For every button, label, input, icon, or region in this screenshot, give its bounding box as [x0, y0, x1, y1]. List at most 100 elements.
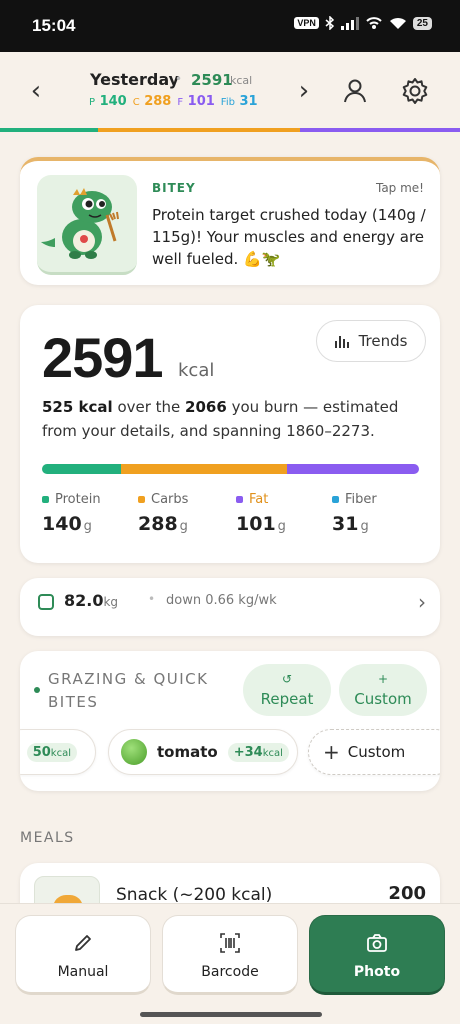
macro-protein: Protein 140 g — [42, 492, 101, 535]
bottom-action-bar: Manual Barcode Photo — [0, 903, 460, 1024]
separator-dot: • — [175, 72, 183, 86]
fat-label: Fat — [249, 492, 269, 507]
repeat-button[interactable]: ↺ Repeat — [243, 664, 331, 716]
day-progress-strip — [0, 128, 460, 132]
pencil-icon — [75, 935, 91, 951]
chevron-right-icon: › — [418, 590, 426, 614]
macro-bar-protein — [42, 464, 122, 474]
plus-icon: + — [377, 672, 389, 686]
fiber-value: 31 — [332, 513, 359, 535]
chip-food-name: tomato — [157, 743, 218, 761]
macro-fat: Fat 101 g — [236, 492, 286, 535]
photo-label: Photo — [353, 964, 401, 980]
status-time: 15:04 — [32, 16, 76, 35]
header-carbs: C 288 — [132, 94, 172, 109]
protein-label: Protein — [55, 492, 101, 507]
fat-swatch — [236, 496, 243, 503]
weight-trend: down 0.66 kg/wk — [166, 593, 277, 608]
energy-balance-text: 525 kcal over the 2066 you burn — estima… — [42, 395, 422, 443]
total-kcal: 2591 — [42, 326, 164, 389]
grazing-title: GRAZING & QUICK BITES — [48, 670, 209, 711]
settings-icon[interactable] — [400, 76, 430, 106]
carbs-value: 288 — [138, 513, 178, 535]
strip-fat — [300, 128, 460, 132]
macro-bar-fat — [287, 464, 419, 474]
fiber-swatch — [332, 496, 339, 503]
vpn-icon: VPN — [294, 17, 319, 29]
fat-value: 101 — [236, 513, 276, 535]
status-icons: VPN 25 — [294, 16, 432, 30]
barcode-button[interactable]: Barcode — [162, 915, 298, 995]
next-day-button[interactable]: › — [292, 76, 316, 106]
fat-unit: g — [277, 519, 286, 534]
macro-fiber: Fiber 31 g — [332, 492, 377, 535]
header-kcal: 2591 — [191, 71, 233, 89]
repeat-label: Repeat — [260, 690, 314, 708]
hotspot-icon — [366, 17, 382, 29]
day-header: ‹ Yesterday • 2591 kcal P 140 C 288 F 10… — [0, 52, 460, 130]
weight-value: 82.0kg — [64, 591, 118, 610]
custom-chip[interactable]: + Custom — [308, 729, 440, 775]
plus-icon: + — [323, 740, 340, 764]
section-dot — [34, 687, 40, 693]
macro-bar-carbs — [121, 464, 288, 474]
protein-swatch — [42, 496, 49, 503]
bitey-avatar — [37, 175, 137, 275]
repeat-icon: ↺ — [281, 672, 293, 686]
meal-kcal: 200 — [388, 883, 426, 904]
custom-chip-label: Custom — [347, 743, 406, 761]
camera-icon — [367, 934, 387, 952]
burn-value: 2066 — [185, 398, 227, 416]
battery-icon: 25 — [412, 16, 432, 30]
bluetooth-icon — [325, 16, 334, 30]
quick-bite-chip[interactable]: 50kcal — [20, 729, 96, 775]
photo-button[interactable]: Photo — [309, 915, 445, 995]
separator-dot: • — [148, 592, 156, 606]
tap-hint: Tap me! — [375, 181, 424, 195]
grazing-card: GRAZING & QUICK BITES ↺ Repeat + Custom … — [20, 651, 440, 791]
carbs-label: Carbs — [151, 492, 189, 507]
chip-kcal: 50kcal — [26, 742, 77, 762]
trends-button[interactable]: Trends — [316, 320, 426, 362]
header-macros: P 140 C 288 F 101 Fib 31 — [89, 94, 258, 109]
apple-icon — [121, 739, 147, 765]
weight-number: 82.0 — [64, 591, 104, 610]
bitey-message: Protein target crushed today (140g / 115… — [152, 206, 426, 268]
meal-name: Snack (~200 kcal) — [116, 885, 273, 905]
header-kcal-unit: kcal — [230, 74, 253, 87]
barcode-icon — [220, 933, 240, 953]
macro-breakdown: Protein 140 g Carbs 288 g Fat 101 g Fiber 3… — [42, 492, 422, 542]
manual-label: Manual — [57, 964, 109, 980]
header-fiber: Fib 31 — [220, 94, 258, 109]
fiber-unit: g — [360, 519, 369, 534]
carbs-swatch — [138, 496, 145, 503]
wifi-icon — [389, 17, 406, 29]
weight-card[interactable]: 82.0kg • down 0.66 kg/wk › — [20, 578, 440, 636]
signal-icon — [340, 17, 359, 30]
calorie-summary-card: 2591 kcal Trends 525 kcal over the 2066 … — [20, 305, 440, 563]
home-indicator[interactable] — [140, 1012, 322, 1017]
macro-distribution-bar — [42, 464, 419, 474]
fiber-label: Fiber — [345, 492, 377, 507]
barcode-label: Barcode — [201, 964, 259, 980]
total-kcal-unit: kcal — [178, 360, 215, 381]
meals-header: MEALS — [20, 830, 75, 846]
strip-carbs — [98, 128, 300, 132]
custom-button[interactable]: + Custom — [339, 664, 427, 716]
status-bar: 15:04 VPN 25 — [0, 0, 460, 52]
bar-chart-icon — [334, 336, 349, 348]
trends-label: Trends — [358, 332, 408, 350]
header-fat: F 101 — [177, 94, 215, 109]
chip-kcal: +34kcal — [227, 742, 289, 762]
surplus-value: 525 kcal — [42, 398, 113, 416]
day-label[interactable]: Yesterday — [90, 70, 179, 89]
bitey-name: BITEY — [152, 181, 196, 195]
manual-button[interactable]: Manual — [15, 915, 151, 995]
quick-bite-chip-tomato[interactable]: tomato +34kcal — [108, 729, 298, 775]
profile-icon[interactable] — [340, 76, 370, 106]
prev-day-button[interactable]: ‹ — [24, 76, 48, 106]
strip-protein — [0, 128, 98, 132]
protein-unit: g — [83, 519, 92, 534]
bitey-card[interactable]: BITEY Tap me! Protein target crushed tod… — [20, 157, 440, 285]
protein-value: 140 — [42, 513, 82, 535]
